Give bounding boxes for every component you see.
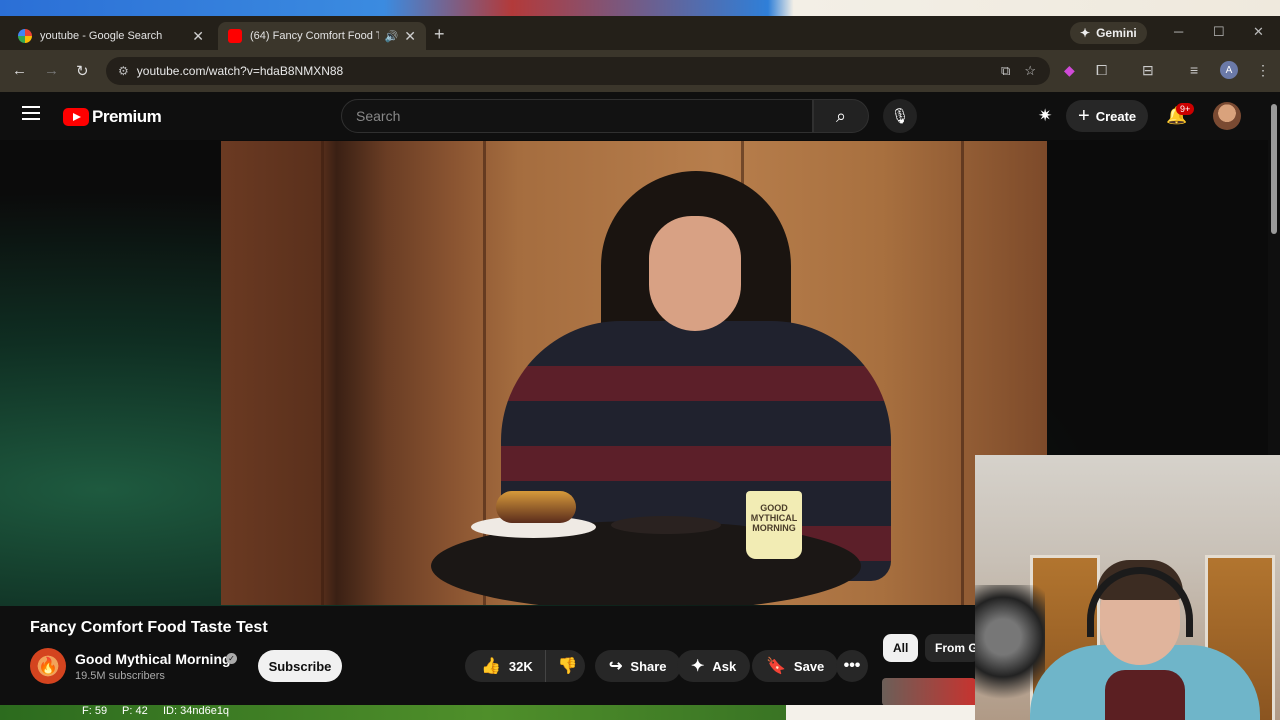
video-player[interactable]: GOOD MYTHICAL MORNING (221, 141, 1047, 605)
video-person-face (649, 216, 741, 331)
like-button[interactable]: 👍 32K (465, 650, 546, 682)
hamburger-menu-icon[interactable] (22, 106, 40, 120)
video-scene-detail (321, 141, 324, 605)
search-box[interactable] (341, 99, 813, 133)
verified-check-icon: ✓ (226, 653, 237, 664)
plus-icon: + (1078, 104, 1090, 127)
webcam-person-shirt (1105, 670, 1185, 720)
profile-avatar[interactable]: A (1220, 61, 1238, 79)
channel-avatar[interactable]: 🔥 (30, 648, 66, 684)
account-avatar[interactable] (1213, 102, 1241, 130)
video-plate (611, 516, 721, 534)
ask-button[interactable]: ✦ Ask (677, 650, 751, 682)
share-arrow-icon: ↪ (609, 658, 623, 675)
browser-tab-bar: youtube - Google Search ✕ (64) Fancy Com… (0, 16, 1280, 50)
save-button[interactable]: 🔖 Save (752, 650, 839, 682)
gemini-label: Gemini (1096, 26, 1137, 40)
back-icon[interactable]: ← (12, 62, 27, 79)
ai-sparkle-icon[interactable]: ✷ (1038, 106, 1052, 126)
gemini-button[interactable]: ✦ Gemini (1070, 22, 1147, 44)
tab-google-search[interactable]: youtube - Google Search ✕ (8, 22, 214, 50)
recommended-video-thumbnail[interactable] (882, 678, 976, 706)
sparkle-icon: ✦ (1080, 26, 1091, 40)
video-scene-detail (961, 141, 964, 605)
close-tab-icon[interactable]: ✕ (404, 28, 416, 45)
like-count: 32K (508, 658, 533, 674)
like-dislike-group: 👍 32K 👎 (465, 650, 585, 682)
video-food (496, 491, 576, 523)
create-button[interactable]: + Create (1066, 100, 1149, 132)
install-app-icon[interactable]: ⧉ (1001, 63, 1010, 79)
ask-label: Ask (712, 658, 737, 674)
youtube-logo[interactable]: Premium (63, 107, 162, 127)
tab-search-icon[interactable]: ⊟ (1142, 62, 1154, 79)
microphone-icon: 🎙 (890, 108, 910, 125)
more-actions-button[interactable]: ••• (836, 650, 868, 682)
thumbs-up-icon: 👍 (481, 658, 501, 675)
bookmark-icon: 🔖 (766, 658, 786, 675)
stat-f: F: 59 (82, 705, 108, 717)
tab-title: youtube - Google Search (40, 30, 163, 42)
voice-search-button[interactable]: 🎙 (883, 99, 917, 133)
search-icon: ⌕ (835, 105, 847, 126)
close-tab-icon[interactable]: ✕ (192, 28, 204, 45)
video-mug: GOOD MYTHICAL MORNING (746, 491, 802, 559)
thumbs-down-icon: 👎 (557, 658, 578, 675)
tab-youtube-video[interactable]: (64) Fancy Comfort Food Taste Test - You… (218, 22, 426, 50)
forward-icon[interactable]: → (44, 62, 59, 79)
minimize-icon[interactable]: ─ (1174, 24, 1183, 39)
tab-title: (64) Fancy Comfort Food Taste Test - You… (250, 30, 379, 42)
media-controls-icon[interactable]: ≡ (1190, 62, 1198, 78)
youtube-header: Premium ⌕ 🎙 ✷ + Create 🔔 9+ (0, 92, 1268, 140)
create-label: Create (1095, 108, 1137, 124)
desktop-strip (786, 705, 975, 720)
reload-icon[interactable]: ↻ (76, 62, 89, 80)
subscribe-button[interactable]: Subscribe (258, 650, 342, 682)
stream-stats-bar: F: 59 P: 42 ID: 34nd6e1q (0, 705, 975, 720)
screen: youtube - Google Search ✕ (64) Fancy Com… (0, 0, 1280, 720)
subscriber-count: 19.5M subscribers (75, 670, 165, 682)
extensions-puzzle-icon[interactable]: ⧠ (1096, 62, 1107, 79)
youtube-favicon-icon (228, 29, 242, 43)
chip-all[interactable]: All (883, 634, 919, 662)
maximize-icon[interactable]: ☐ (1213, 24, 1225, 40)
menu-kebab-icon[interactable]: ⋮ (1256, 62, 1270, 79)
sparkle-icon: ✦ (691, 658, 705, 675)
youtube-brand-label: Premium (92, 107, 162, 126)
google-favicon-icon (18, 29, 32, 43)
stat-p: P: 42 (122, 705, 148, 717)
share-label: Share (630, 658, 667, 674)
bookmark-star-icon[interactable]: ☆ (1024, 63, 1036, 79)
streamer-webcam-overlay (975, 455, 1280, 720)
close-window-icon[interactable]: ✕ (1253, 24, 1264, 40)
extension-icon[interactable]: ◆ (1064, 62, 1075, 79)
youtube-play-icon (63, 108, 89, 126)
save-label: Save (793, 658, 825, 674)
flame-icon: 🔥 (38, 658, 58, 675)
search-button[interactable]: ⌕ (813, 99, 869, 133)
stat-id: ID: 34nd6e1q (163, 705, 230, 717)
search-input[interactable] (356, 108, 812, 124)
chip-from-channel[interactable]: From Good Mythical Morning (925, 634, 980, 662)
scrollbar-thumb[interactable] (1271, 104, 1277, 234)
dislike-button[interactable]: 👎 (546, 650, 590, 682)
browser-toolbar: ← → ↻ ⚙ youtube.com/watch?v=hdaB8NMXN88 … (0, 50, 1280, 92)
address-bar[interactable]: ⚙ youtube.com/watch?v=hdaB8NMXN88 ⧉ ☆ (106, 57, 1050, 85)
notification-badge: 9+ (1176, 103, 1195, 115)
channel-name[interactable]: Good Mythical Morning (75, 651, 231, 667)
url-text: youtube.com/watch?v=hdaB8NMXN88 (136, 64, 344, 78)
speaker-icon[interactable]: 🔊 (385, 30, 399, 43)
new-tab-icon[interactable]: + (434, 24, 445, 45)
share-button[interactable]: ↪ Share (595, 650, 681, 682)
more-horizontal-icon: ••• (843, 657, 861, 674)
site-info-icon[interactable]: ⚙ (118, 64, 129, 78)
video-title: Fancy Comfort Food Taste Test (30, 619, 268, 636)
desktop-background (0, 0, 1280, 16)
